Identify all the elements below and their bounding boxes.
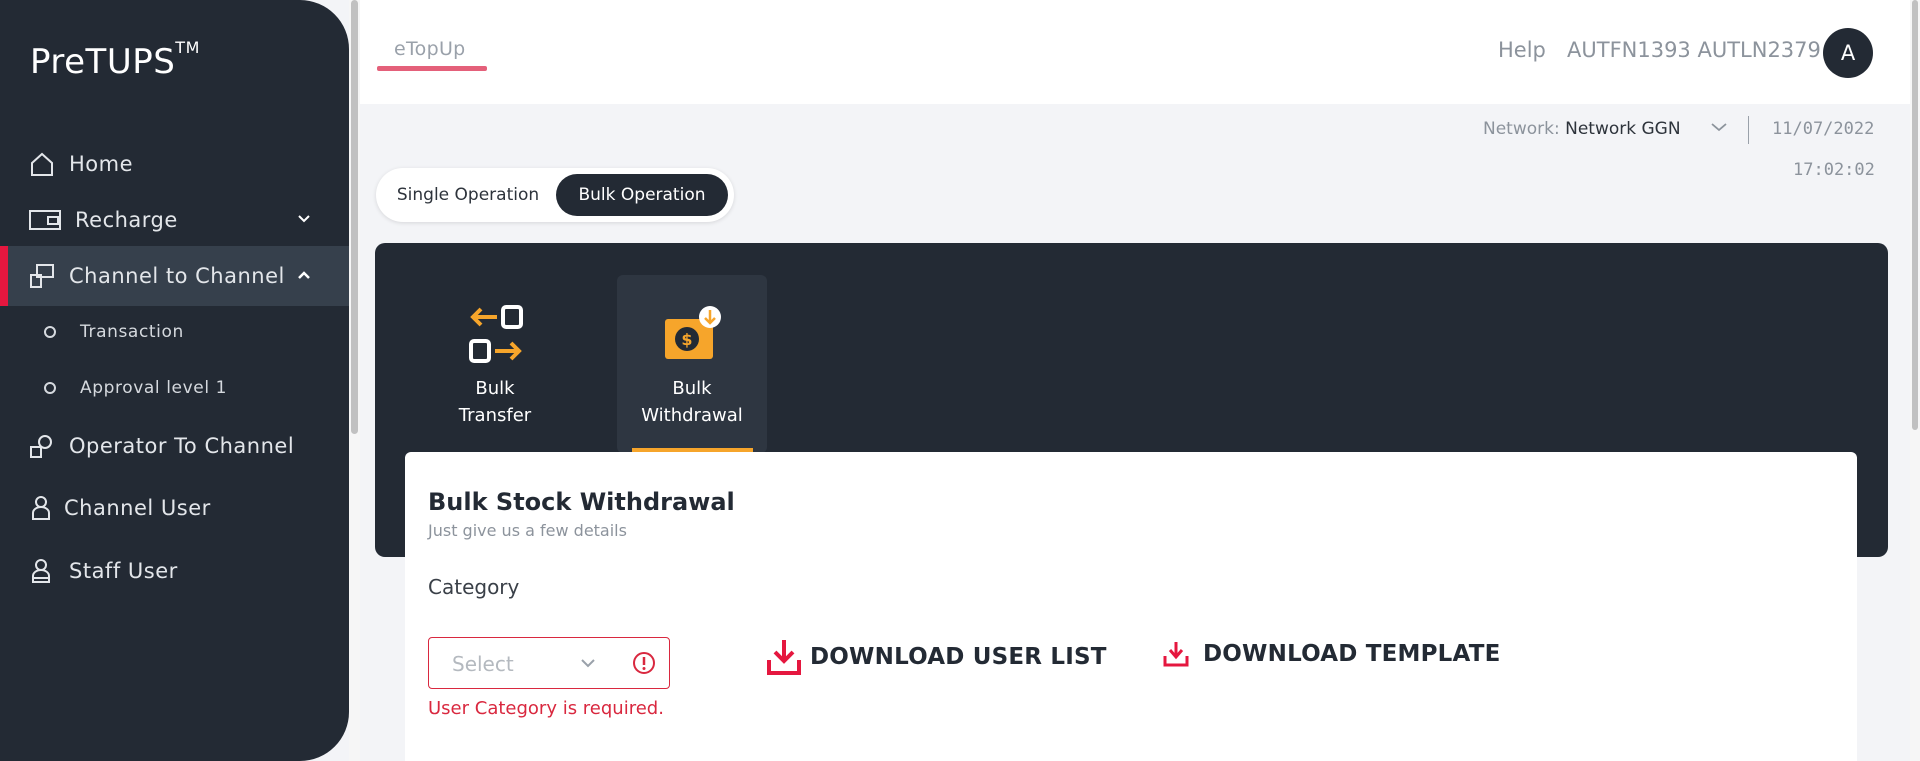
sidebar-subitem-approval-level-1[interactable]: Approval level 1 — [44, 378, 227, 398]
bulk-withdrawal-tile[interactable]: $ Bulk Withdrawal — [617, 275, 767, 453]
user-name[interactable]: AUTFN1393 AUTLN2379 — [1567, 38, 1821, 62]
channel-transfer-icon — [30, 264, 54, 288]
sidebar-subitem-label: Transaction — [80, 322, 184, 342]
tile-label-line2: Transfer — [458, 405, 532, 426]
sidebar-item-channel-user[interactable]: Channel User — [0, 488, 349, 528]
tab-active-indicator — [377, 66, 487, 71]
category-select[interactable]: Select — [428, 637, 670, 689]
category-select-placeholder: Select — [452, 652, 514, 676]
sidebar-item-channel-to-channel[interactable]: Channel to Channel — [0, 246, 349, 306]
current-date: 11/07/2022 — [1772, 119, 1875, 139]
download-template-label: DOWNLOAD TEMPLATE — [1203, 641, 1501, 667]
tile-label-line1: Bulk — [475, 378, 515, 399]
error-icon — [632, 651, 656, 679]
bulk-transfer-icon — [469, 305, 523, 363]
help-link[interactable]: Help — [1498, 38, 1546, 62]
sidebar: PreTUPSTM Home Recharge Channel to Chann… — [0, 0, 349, 761]
operation-toggle: Single Operation Bulk Operation — [376, 168, 734, 222]
user-icon — [32, 496, 50, 520]
download-template-button[interactable]: DOWNLOAD TEMPLATE — [1163, 640, 1501, 668]
network-value: Network GGN — [1565, 119, 1681, 139]
chevron-down-icon[interactable] — [268, 212, 325, 228]
download-user-list-button[interactable]: DOWNLOAD USER LIST — [766, 638, 1107, 676]
current-time: 17:02:02 — [1793, 160, 1875, 180]
bullet-icon — [44, 382, 56, 394]
form-title: Bulk Stock Withdrawal — [428, 488, 735, 516]
bulk-withdrawal-icon: $ — [665, 306, 721, 359]
download-user-list-label: DOWNLOAD USER LIST — [810, 644, 1107, 670]
sidebar-item-label: Recharge — [75, 208, 178, 232]
tab-etopup[interactable]: eTopUp — [394, 38, 466, 60]
page-scrollbar-thumb[interactable] — [1912, 0, 1918, 430]
sidebar-item-home[interactable]: Home — [0, 144, 349, 184]
bulk-transfer-tile[interactable]: Bulk Transfer — [420, 275, 570, 453]
form-subtitle: Just give us a few details — [428, 521, 627, 540]
sidebar-item-label: Channel to Channel — [69, 264, 285, 288]
recharge-icon — [29, 210, 61, 230]
bullet-icon — [44, 326, 56, 338]
sidebar-item-staff-user[interactable]: Staff User — [0, 551, 349, 591]
chevron-up-icon[interactable] — [268, 268, 325, 284]
svg-text:$: $ — [681, 330, 692, 349]
category-label: Category — [428, 575, 520, 599]
sidebar-item-operator-to-channel[interactable]: Operator To Channel — [0, 426, 349, 466]
home-icon — [31, 152, 53, 176]
sidebar-item-label: Operator To Channel — [69, 434, 295, 458]
sidebar-scrollbar-thumb[interactable] — [351, 0, 358, 434]
staff-user-icon — [32, 559, 50, 583]
network-selector[interactable]: Network: Network GGN — [1483, 119, 1681, 139]
sidebar-item-label: Staff User — [69, 559, 178, 583]
tile-label-line1: Bulk — [672, 378, 712, 399]
chevron-down-icon[interactable] — [1710, 118, 1728, 137]
sidebar-item-recharge[interactable]: Recharge — [0, 200, 349, 240]
bulk-operation-button[interactable]: Bulk Operation — [556, 174, 728, 216]
category-error-message: User Category is required. — [428, 698, 664, 719]
divider — [1748, 116, 1749, 144]
download-icon — [767, 640, 801, 675]
brand-logo[interactable]: PreTUPSTM — [30, 38, 200, 82]
avatar[interactable]: A — [1823, 28, 1873, 78]
sidebar-subitem-transaction[interactable]: Transaction — [44, 322, 184, 342]
sidebar-subitem-label: Approval level 1 — [80, 378, 228, 398]
chevron-down-icon — [579, 652, 597, 676]
top-header: eTopUp Help AUTFN1393 AUTLN2379 A — [360, 0, 1910, 104]
single-operation-button[interactable]: Single Operation — [382, 174, 554, 216]
network-label: Network: — [1483, 119, 1560, 139]
tile-label-line2: Withdrawal — [641, 405, 743, 426]
sidebar-item-label: Home — [69, 152, 134, 176]
sidebar-item-label: Channel User — [64, 496, 211, 520]
operator-channel-icon — [30, 435, 52, 458]
download-icon — [1163, 642, 1189, 667]
